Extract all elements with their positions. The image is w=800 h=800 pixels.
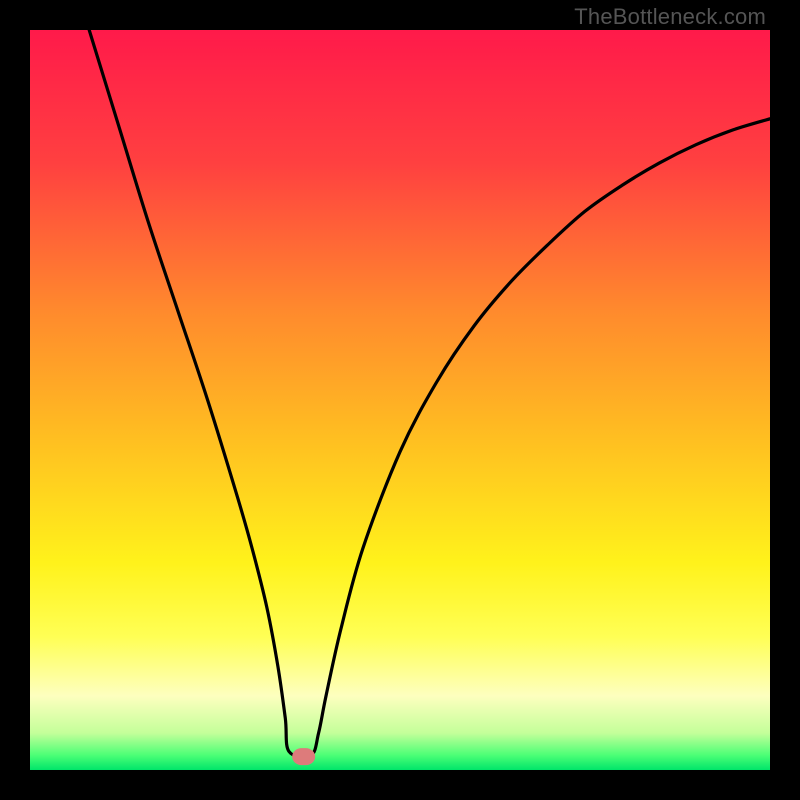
watermark-text: TheBottleneck.com — [574, 4, 766, 30]
bottleneck-curve — [30, 30, 770, 770]
chart-frame: TheBottleneck.com — [0, 0, 800, 800]
optimum-marker — [292, 748, 316, 766]
plot-area — [30, 30, 770, 770]
